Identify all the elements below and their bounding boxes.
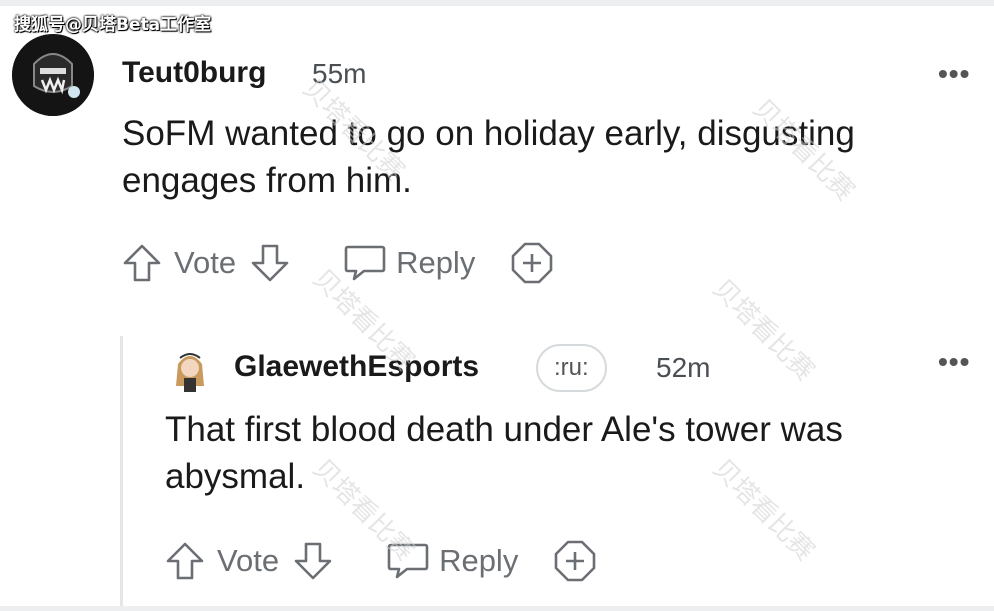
arrow-down-icon	[291, 539, 335, 583]
thread-line[interactable]	[120, 336, 123, 606]
comment-timestamp: 55m	[312, 58, 367, 89]
comment-body-line: abysmal.	[165, 457, 306, 496]
comment-body-line: That first blood death under Ale's tower…	[165, 410, 843, 449]
comment-body-line: SoFM wanted to go on holiday early, disg…	[122, 114, 855, 153]
comment-username[interactable]: Teut0burg	[122, 56, 266, 90]
comment-body: That first blood death under Ale's tower…	[165, 406, 994, 500]
upvote-button[interactable]	[163, 539, 207, 583]
award-button[interactable]	[552, 538, 598, 584]
more-options-button[interactable]: •••	[938, 346, 970, 378]
reply-label: Reply	[396, 245, 476, 280]
top-divider	[0, 0, 994, 6]
upvote-button[interactable]	[120, 241, 164, 285]
downvote-button[interactable]	[248, 241, 292, 285]
arrow-down-icon	[248, 241, 292, 285]
reply-button[interactable]: Reply	[385, 539, 518, 583]
comment-body: SoFM wanted to go on holiday early, disg…	[122, 110, 962, 204]
comment-actions: Vote Reply	[163, 538, 598, 584]
reply-label: Reply	[439, 543, 519, 578]
more-options-button[interactable]: •••	[938, 58, 970, 90]
add-award-icon	[552, 538, 598, 584]
arrow-up-icon	[120, 241, 164, 285]
arrow-up-icon	[163, 539, 207, 583]
add-award-icon	[509, 240, 555, 286]
reply-button[interactable]: Reply	[342, 241, 475, 285]
vote-label: Vote	[174, 245, 237, 280]
speech-bubble-icon	[342, 241, 388, 285]
source-watermark-tag: 搜狐号@贝塔Beta工作室	[14, 15, 212, 35]
avatar[interactable]	[12, 34, 94, 116]
award-button[interactable]	[509, 240, 555, 286]
avatar[interactable]	[166, 346, 214, 394]
watermark: 贝塔看比赛	[706, 273, 820, 387]
comment-timestamp: 52m	[656, 352, 711, 383]
comment-body-line: engages from him.	[122, 161, 412, 200]
comment-actions: Vote Reply	[120, 240, 555, 286]
downvote-button[interactable]	[291, 539, 335, 583]
user-flair: :ru:	[536, 344, 607, 392]
vote-label: Vote	[217, 543, 280, 578]
bottom-divider	[0, 606, 994, 611]
comment-username[interactable]: GlaewethEsports	[234, 350, 479, 384]
speech-bubble-icon	[385, 539, 431, 583]
